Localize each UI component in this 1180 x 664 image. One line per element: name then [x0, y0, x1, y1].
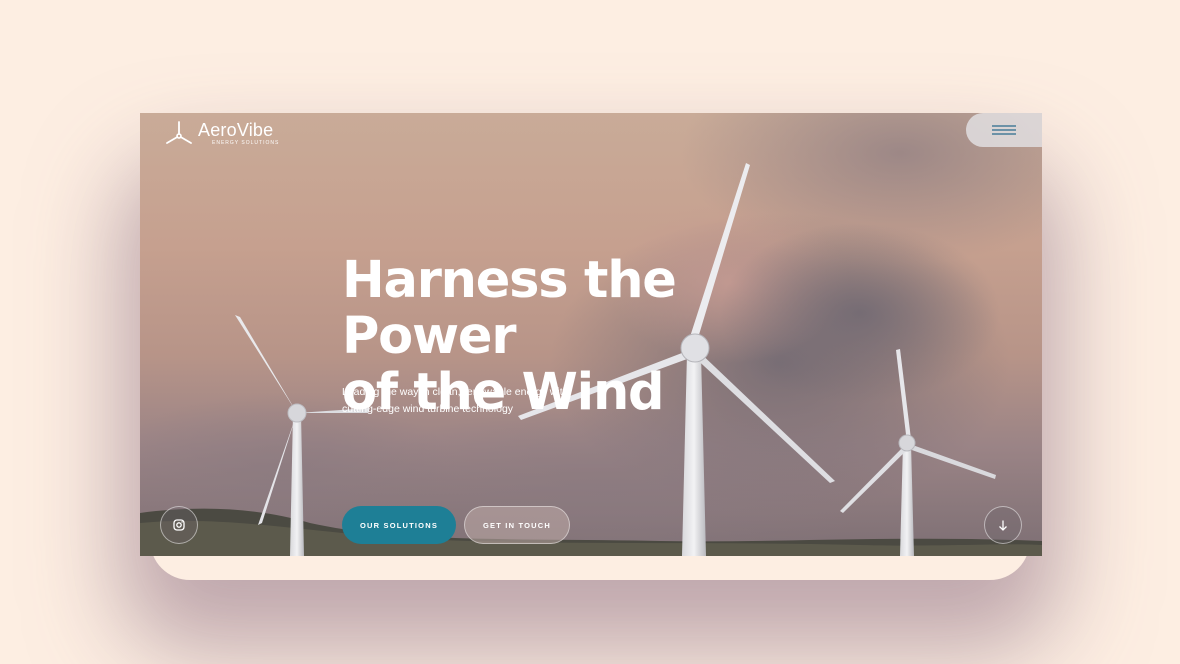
hamburger-menu-icon: [992, 125, 1016, 135]
our-solutions-button[interactable]: OUR SOLUTIONS: [342, 506, 456, 544]
brand-name: AeroVibe: [198, 120, 274, 140]
get-in-touch-button[interactable]: GET IN TOUCH: [464, 506, 570, 544]
hero-title-line-1: Harness the Power: [342, 251, 677, 366]
hero-subtitle-line-1: Leading the way in clean, renewable ener…: [342, 386, 569, 398]
arrow-down-icon: [999, 520, 1007, 531]
hero-subtitle: Leading the way in clean, renewable ener…: [342, 384, 602, 418]
brand-logo[interactable]: AeroVibe ENERGY SOLUTIONS: [164, 119, 279, 147]
wind-turbine-logo-icon: [166, 121, 192, 144]
hero-subtitle-line-2: cutting-edge wind turbine technology: [342, 403, 514, 415]
brand-tagline: ENERGY SOLUTIONS: [212, 140, 280, 146]
menu-button[interactable]: [966, 113, 1042, 147]
scroll-down-button[interactable]: [984, 506, 1022, 544]
hero-section: AeroVibe ENERGY SOLUTIONS Harness the Po…: [140, 113, 1042, 556]
instagram-button[interactable]: [160, 506, 198, 544]
instagram-icon: [173, 519, 185, 531]
